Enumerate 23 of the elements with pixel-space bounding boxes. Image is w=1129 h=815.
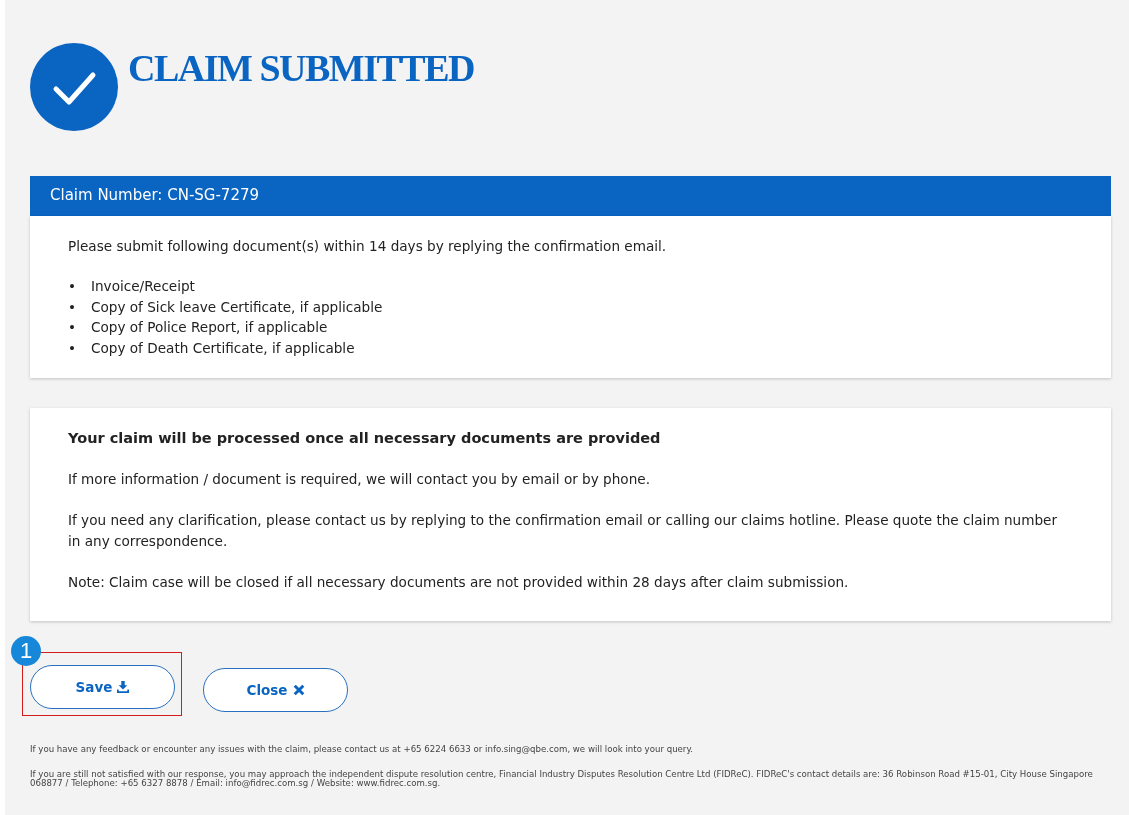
document-item: Copy of Death Certificate, if applicable <box>91 339 355 356</box>
info-paragraph: If more information / document is required, we will contact you by email or by phone. <box>68 470 651 489</box>
close-icon <box>292 684 305 696</box>
feedback-note: If you have any feedback or encounter any issues with the claim, please contact us at +65 6224 6633 or info.sing@qbe.com, we will look into your query. <box>30 745 694 754</box>
dispute-note: If you are still not satisfied with our response, you may approach the independent dispute resolution centre, Financial Industry Disputes Resolution Centre Ltd (FIDReC). FIDReC's contact details are: 36 Robinson Road #15-01, City House Singapore 068877 / Telephone: +65 6327 8878 / Email: info@fidrec.com.sg / Website: www.fidrec.com.sg. <box>30 770 1094 788</box>
claim-number-bar: Claim Number: CN-SG-7279 <box>30 176 1111 216</box>
page-title: CLAIM SUBMITTED <box>128 46 474 90</box>
bullet: • <box>68 338 78 358</box>
download-icon <box>117 681 130 693</box>
bullet: • <box>68 297 78 317</box>
step-badge: 1 <box>11 636 41 666</box>
action-button[interactable]: Save <box>30 665 175 709</box>
info-paragraph: If you need any clarification, please contact us by replying to the confirmation email or calling our claims hotline. Please quote the claim number in any correspondence. <box>68 511 1058 551</box>
document-item: Copy of Police Report, if applicable <box>91 319 328 335</box>
checkmark-icon <box>30 43 118 131</box>
bullet: • <box>68 318 78 337</box>
action-button[interactable]: Close <box>203 668 348 712</box>
processing-heading: Your claim will be processed once all necessary documents are provided <box>68 429 662 448</box>
bullet: • <box>68 277 78 296</box>
document-item: Copy of Sick leave Certificate, if applicable <box>91 298 383 315</box>
document-item: Invoice/Receipt <box>91 278 195 294</box>
instruction-text: Please submit following document(s) within 14 days by replying the confirmation email. <box>68 238 668 254</box>
info-paragraph: Note: Claim case will be closed if all necessary documents are not provided within 28 days after claim submission. <box>68 573 850 592</box>
